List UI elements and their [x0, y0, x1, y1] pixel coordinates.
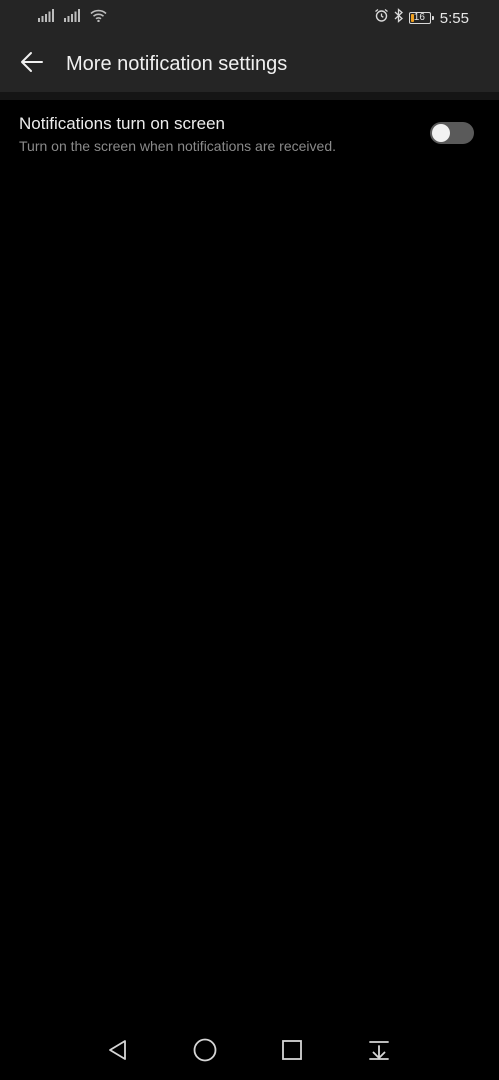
setting-notifications-turn-on-screen[interactable]: Notifications turn on screen Turn on the…: [0, 100, 499, 166]
notification-pull-icon: [368, 1039, 390, 1066]
status-bar: 16 5:55: [0, 0, 499, 36]
page-title: More notification settings: [66, 53, 288, 75]
nav-recents-button[interactable]: [278, 1038, 306, 1066]
battery-icon: 16: [408, 12, 434, 24]
status-right: 16 5:55: [374, 8, 469, 28]
navigation-bar: [0, 1024, 499, 1080]
battery-level-text: 16: [413, 12, 425, 23]
status-time: 5:55: [439, 9, 469, 27]
toggle-knob: [432, 124, 450, 142]
signal-icon: [38, 9, 54, 27]
screen: 16 5:55 More notification settings Notif…: [0, 0, 499, 1080]
back-triangle-icon: [106, 1038, 130, 1067]
divider: [0, 92, 499, 100]
alarm-icon: [374, 8, 389, 28]
setting-subtitle: Turn on the screen when notifications ar…: [19, 138, 336, 154]
status-left: [38, 9, 107, 27]
back-button[interactable]: [14, 48, 50, 80]
nav-back-button[interactable]: [104, 1038, 132, 1066]
recents-square-icon: [281, 1039, 303, 1066]
nav-notification-button[interactable]: [365, 1038, 393, 1066]
bluetooth-icon: [394, 8, 404, 28]
notifications-screen-toggle[interactable]: [430, 122, 474, 144]
battery-tip: [431, 16, 434, 20]
back-arrow-icon: [20, 51, 44, 78]
setting-title: Notifications turn on screen: [19, 114, 225, 133]
nav-home-button[interactable]: [191, 1038, 219, 1066]
app-bar: More notification settings: [0, 36, 499, 92]
signal-icon: [64, 9, 80, 27]
home-circle-icon: [192, 1037, 218, 1068]
wifi-icon: [90, 9, 107, 27]
